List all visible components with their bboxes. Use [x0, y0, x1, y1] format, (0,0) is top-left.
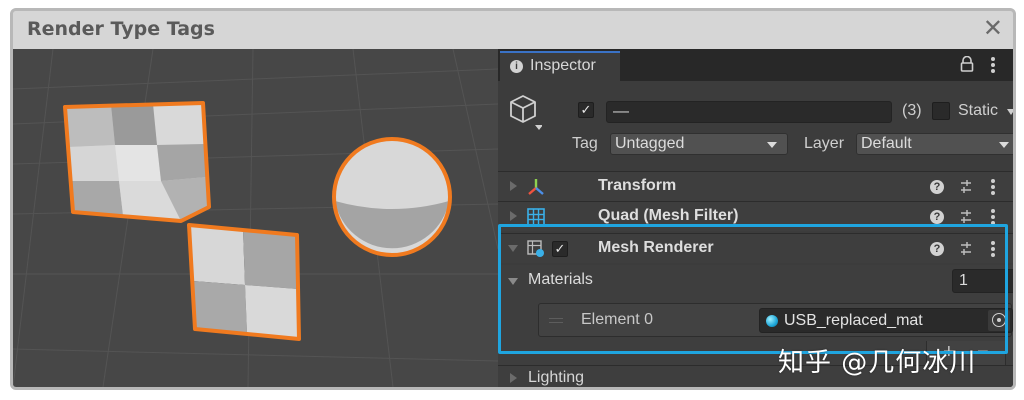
preset-icon[interactable]	[958, 209, 974, 225]
transform-icon	[528, 179, 544, 195]
layer-label: Layer	[804, 135, 845, 152]
gameobject-cube-icon[interactable]	[508, 93, 542, 133]
help-icon[interactable]: ?	[930, 180, 944, 194]
preset-icon[interactable]	[958, 241, 974, 257]
material-element-row: Element 0 USB_replaced_mat	[538, 303, 1013, 337]
tab-inspector-label: Inspector	[530, 57, 596, 74]
mesh-filter-icon	[527, 208, 545, 226]
window: Render Type Tags ✕ i Inspector ✓ — (3) S…	[10, 8, 1016, 390]
layer-dropdown[interactable]: Default	[856, 133, 1013, 155]
more-options-icon[interactable]	[991, 57, 995, 73]
material-name: USB_replaced_mat	[784, 312, 923, 329]
scene-view[interactable]	[13, 49, 498, 387]
component-menu-icon[interactable]	[991, 209, 995, 225]
help-icon[interactable]: ?	[930, 242, 944, 256]
title-bar: Render Type Tags ✕	[13, 11, 1013, 49]
info-icon: i	[510, 60, 523, 73]
element-label: Element 0	[581, 311, 654, 328]
drag-handle-icon[interactable]	[549, 318, 563, 323]
static-dropdown-arrow-icon[interactable]	[1007, 109, 1013, 115]
selection-count: (3)	[902, 102, 922, 119]
mesh-renderer-icon	[527, 240, 544, 257]
fold-arrow-icon[interactable]	[510, 373, 517, 383]
materials-count-field[interactable]: 1	[952, 269, 1013, 293]
material-object-field[interactable]: USB_replaced_mat	[759, 308, 1013, 333]
component-transform[interactable]: Transform ?	[498, 171, 1013, 201]
static-label: Static	[958, 102, 999, 119]
tab-inspector[interactable]: i Inspector	[500, 51, 620, 81]
lighting-label: Lighting	[528, 369, 585, 386]
close-icon[interactable]: ✕	[983, 14, 1003, 43]
quad-object	[187, 223, 301, 341]
window-title: Render Type Tags	[27, 18, 215, 40]
active-checkbox[interactable]: ✓	[578, 102, 594, 118]
fold-arrow-icon[interactable]	[508, 245, 518, 252]
watermark-text: 知乎 @几何冰川	[778, 348, 977, 378]
tag-dropdown[interactable]: Untagged	[610, 133, 788, 155]
tag-label: Tag	[572, 135, 598, 152]
tag-value: Untagged	[615, 135, 685, 152]
chevron-down-icon	[767, 142, 777, 148]
layer-value: Default	[861, 135, 912, 152]
component-label: Quad (Mesh Filter)	[598, 207, 739, 224]
material-icon	[766, 315, 778, 327]
component-mesh-renderer[interactable]: ✓ Mesh Renderer ?	[498, 233, 1013, 263]
scene-viewport	[13, 49, 498, 387]
object-name-field[interactable]: —	[606, 101, 892, 123]
object-header: ✓ — (3) Static Tag Untagged Layer Defaul…	[498, 81, 1013, 165]
component-label: Mesh Renderer	[598, 239, 714, 256]
help-icon[interactable]: ?	[930, 210, 944, 224]
component-menu-icon[interactable]	[991, 241, 995, 257]
inspector-tab-bar: i Inspector	[498, 49, 1013, 81]
cube-object	[63, 101, 211, 223]
chevron-down-icon	[999, 142, 1009, 148]
sphere-object	[332, 137, 452, 257]
fold-arrow-icon[interactable]	[510, 181, 517, 191]
object-picker-icon[interactable]	[988, 310, 1010, 331]
component-enabled-checkbox[interactable]: ✓	[552, 241, 568, 257]
component-label: Transform	[598, 177, 677, 194]
materials-label: Materials	[528, 271, 593, 288]
static-checkbox[interactable]	[932, 102, 950, 120]
component-mesh-filter[interactable]: Quad (Mesh Filter) ?	[498, 201, 1013, 231]
fold-arrow-icon[interactable]	[510, 211, 517, 221]
remove-element-button[interactable]: −	[977, 341, 989, 364]
component-menu-icon[interactable]	[991, 179, 995, 195]
lock-icon[interactable]	[960, 56, 974, 72]
materials-fold-icon[interactable]	[508, 278, 518, 285]
inspector-panel: i Inspector ✓ — (3) Static Tag Untagged …	[498, 49, 1013, 387]
preset-icon[interactable]	[958, 179, 974, 195]
